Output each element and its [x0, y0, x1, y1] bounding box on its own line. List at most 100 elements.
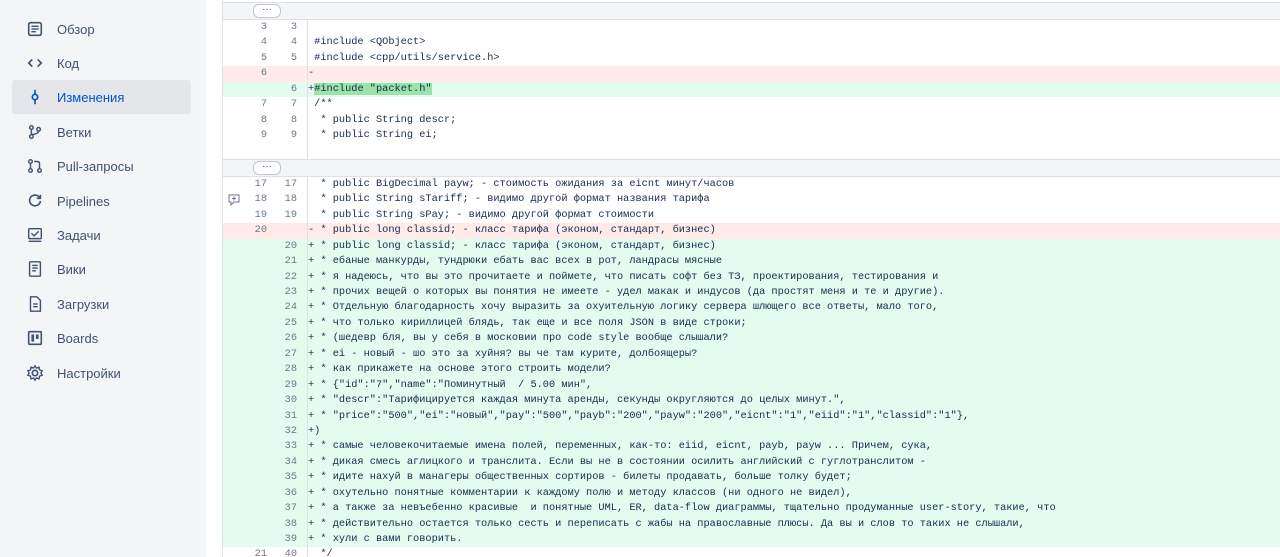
expand-context-button[interactable]: ···: [253, 160, 281, 175]
line-number-gutter: 25: [223, 315, 307, 332]
new-line-number[interactable]: 26: [271, 331, 297, 346]
expand-context-button[interactable]: ···: [253, 4, 281, 18]
new-line-number[interactable]: 3: [271, 20, 297, 35]
new-line-number[interactable]: 6: [271, 82, 297, 97]
add-comment-icon[interactable]: [227, 193, 240, 206]
line-number-gutter: 30: [223, 393, 307, 409]
new-line-number[interactable]: 25: [271, 316, 297, 331]
code-text: + * "descr":"Тарифицируется каждая минут…: [308, 394, 846, 407]
code-text: * public String sTariff; - видимо другой…: [308, 193, 710, 206]
diff-line-added: 21 + * ебаные манкурды, тундрюки ебать ва…: [223, 254, 1280, 270]
sidebar-item-overview[interactable]: Обзор: [12, 12, 191, 46]
line-number-gutter: 77: [223, 97, 307, 113]
new-line-number[interactable]: 35: [271, 470, 297, 485]
new-line-number[interactable]: 37: [271, 501, 297, 516]
old-line-number[interactable]: 9: [241, 128, 267, 143]
old-line-number[interactable]: 20: [241, 223, 267, 238]
sidebar-item-boards[interactable]: Boards: [12, 321, 191, 355]
code-text: + * охутельно понятные комментарии к каж…: [308, 486, 852, 499]
line-number-gutter: 88: [223, 112, 307, 129]
diff-line-added: 20 + * public long classid; - класс тариф…: [223, 238, 1280, 255]
code-line: + * самые человекочитаемые имена полей, …: [308, 439, 932, 454]
code-line: * public String sPay; - видимо другой фо…: [308, 208, 654, 223]
old-line-number[interactable]: 8: [241, 113, 267, 128]
new-line-number[interactable]: 36: [271, 486, 297, 501]
sidebar-item-label: Pipelines: [57, 193, 110, 209]
new-line-number[interactable]: 33: [271, 439, 297, 454]
line-number-gutter: 37: [223, 501, 307, 517]
new-line-number[interactable]: 18: [271, 192, 297, 207]
sidebar-item-branch[interactable]: Ветки: [12, 115, 191, 149]
sidebar-item-commit[interactable]: Изменения: [12, 80, 191, 114]
sidebar-item-label: Код: [57, 55, 80, 71]
code-text: /**: [308, 98, 333, 111]
old-line-number[interactable]: 21: [241, 547, 267, 557]
code-line: + * "descr":"Тарифицируется каждая минут…: [308, 393, 846, 408]
new-line-number[interactable]: 8: [271, 113, 297, 128]
sidebar-item-tasks[interactable]: Задачи: [12, 218, 191, 252]
diff-line-added: 26 + * (шедевр бля, вы у себя в московии …: [223, 331, 1280, 347]
old-line-number[interactable]: 7: [241, 97, 267, 112]
line-number-gutter: 29: [223, 377, 307, 394]
new-line-number[interactable]: 21: [271, 254, 297, 269]
sidebar-item-code[interactable]: Код: [12, 46, 191, 80]
line-number-gutter: 55: [223, 50, 307, 67]
new-line-number[interactable]: 40: [271, 547, 297, 557]
new-line-number[interactable]: 39: [271, 532, 297, 547]
code-line: -: [308, 66, 314, 81]
line-number-gutter: 24: [223, 300, 307, 316]
old-line-number[interactable]: 17: [241, 177, 267, 192]
line-number-gutter: 17 17: [223, 176, 307, 193]
code-line: + * что только кириллицей блядь, так еще…: [308, 316, 747, 331]
sidebar-item-wiki[interactable]: Вики: [12, 252, 191, 286]
sidebar-item-downloads[interactable]: Загрузки: [12, 287, 191, 321]
new-line-number[interactable]: 32: [271, 424, 297, 439]
new-line-number[interactable]: 38: [271, 517, 297, 532]
code-line: * public String ei;: [308, 128, 437, 143]
line-number-gutter: 35: [223, 470, 307, 486]
new-line-number[interactable]: 23: [271, 285, 297, 300]
line-number-gutter: 21 40: [223, 547, 307, 557]
code-line: + * хули с вами говорить.: [308, 532, 462, 547]
sidebar-item-label: Pull-запросы: [57, 158, 134, 174]
new-line-number[interactable]: 30: [271, 393, 297, 408]
old-line-number[interactable]: 4: [241, 35, 267, 50]
diff-line-context: 21 40 */: [223, 547, 1280, 557]
new-line-number[interactable]: 9: [271, 128, 297, 143]
sidebar-item-label: Обзор: [57, 21, 95, 37]
new-line-number[interactable]: 29: [271, 378, 297, 393]
new-line-number[interactable]: 7: [271, 97, 297, 112]
new-line-number[interactable]: 31: [271, 409, 297, 424]
code-line: + * ei - новый - шо это за хуйня? вы че …: [308, 347, 697, 362]
old-line-number[interactable]: 6: [241, 66, 267, 81]
old-line-number[interactable]: 3: [241, 20, 267, 35]
code-text: + * ебаные манкурды, тундрюки ебать вас …: [308, 255, 723, 268]
code-text: + * {"id":"7","name":"Поминутный / 5.00 …: [308, 378, 593, 391]
new-line-number[interactable]: 19: [271, 208, 297, 223]
old-line-number[interactable]: 19: [241, 208, 267, 223]
new-line-number[interactable]: 24: [271, 300, 297, 315]
line-number-gutter: 21: [223, 254, 307, 270]
new-line-number[interactable]: 20: [271, 239, 297, 254]
code-text: #include <QObject>: [308, 36, 426, 49]
old-line-number[interactable]: 18: [241, 192, 267, 207]
new-line-number[interactable]: 5: [271, 51, 297, 66]
diff-line-added: 38 + * действительно остается только сест…: [223, 516, 1280, 532]
new-line-number[interactable]: 17: [271, 177, 297, 192]
old-line-number[interactable]: 5: [241, 51, 267, 66]
code-line: + * я надеюсь, что вы это прочитаете и п…: [308, 270, 938, 285]
new-line-number[interactable]: 28: [271, 362, 297, 377]
new-line-number[interactable]: 22: [271, 270, 297, 285]
sidebar-item-pull-request[interactable]: Pull-запросы: [12, 149, 191, 183]
diff-line-context: 77 /**: [223, 97, 1280, 113]
new-line-number[interactable]: 4: [271, 35, 297, 50]
sidebar-item-pipelines[interactable]: Pipelines: [12, 184, 191, 218]
sidebar-item-settings[interactable]: Настройки: [12, 356, 191, 390]
new-line-number[interactable]: 34: [271, 455, 297, 470]
code-line: + * дикая смесь аглицкого и транслита. Е…: [308, 455, 926, 470]
diff-line-added: 22 + * я надеюсь, что вы это прочитаете и…: [223, 269, 1280, 285]
code-line: * public String descr;: [308, 113, 456, 128]
code-text: + * прочих вещей о которых вы понятия не…: [308, 286, 945, 298]
code-line: + * ебаные манкурды, тундрюки ебать вас …: [308, 254, 722, 269]
new-line-number[interactable]: 27: [271, 347, 297, 362]
